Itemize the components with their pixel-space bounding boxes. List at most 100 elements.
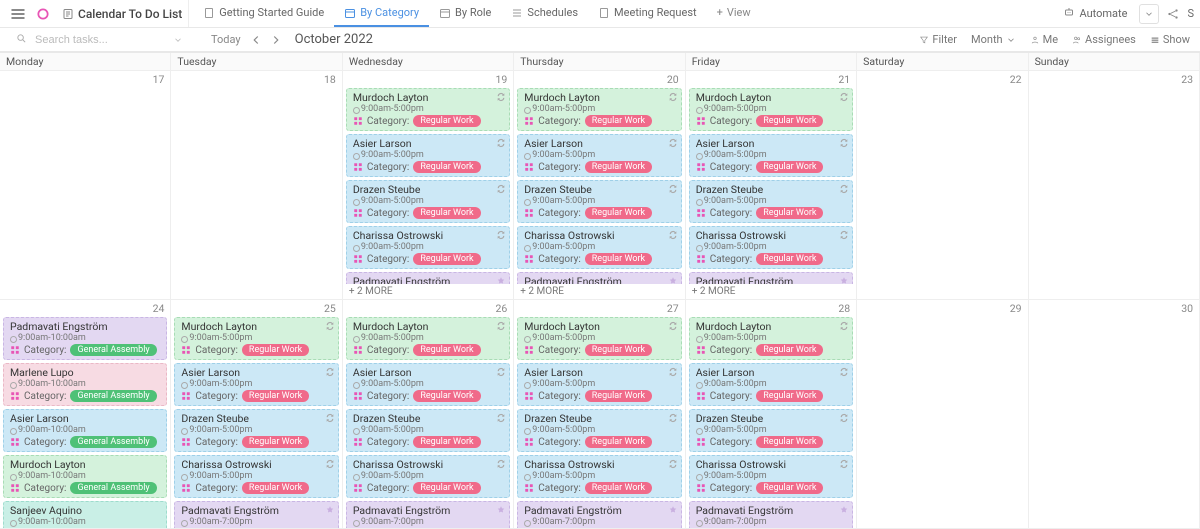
calendar-event[interactable]: Drazen Steube9:00am-5:00pmCategory:Regul…: [346, 180, 510, 223]
tab-meeting-request[interactable]: Meeting Request: [588, 0, 707, 27]
calendar-event[interactable]: Drazen Steube9:00am-5:00pmCategory:Regul…: [689, 409, 853, 452]
day-cell[interactable]: 29: [857, 300, 1028, 529]
calendar-event[interactable]: Asier Larson9:00am-5:00pmCategory:Regula…: [346, 134, 510, 177]
event-time: 9:00am-5:00pm: [353, 333, 505, 343]
category-icon: [696, 116, 706, 126]
calendar-event[interactable]: Marlene Lupo9:00am-10:00amCategory:Gener…: [3, 363, 167, 406]
calendar-event[interactable]: Charissa Ostrowski9:00am-5:00pmCategory:…: [174, 455, 338, 498]
calendar-event[interactable]: Murdoch Layton9:00am-5:00pmCategory:Regu…: [174, 317, 338, 360]
calendar-event[interactable]: Murdoch Layton9:00am-5:00pmCategory:Regu…: [346, 317, 510, 360]
day-cell[interactable]: 19 Murdoch Layton9:00am-5:00pmCategory:R…: [343, 71, 514, 300]
day-cell[interactable]: 22: [857, 71, 1028, 300]
menu-icon[interactable]: [6, 2, 30, 26]
calendar-event[interactable]: Drazen Steube9:00am-5:00pmCategory:Regul…: [174, 409, 338, 452]
calendar-event[interactable]: Padmavati Engström9:00am-7:00pmCategory:…: [517, 501, 681, 528]
star-icon: [325, 505, 335, 515]
calendar-event[interactable]: Charissa Ostrowski9:00am-5:00pmCategory:…: [517, 455, 681, 498]
calendar-event[interactable]: Murdoch Layton9:00am-5:00pmCategory:Regu…: [346, 88, 510, 131]
calendar-event[interactable]: Asier Larson9:00am-10:00amCategory:Gener…: [3, 409, 167, 452]
day-header: Sunday: [1029, 53, 1200, 71]
calendar-event[interactable]: Charissa Ostrowski9:00am-5:00pmCategory:…: [689, 455, 853, 498]
show-button[interactable]: Show: [1150, 33, 1190, 46]
brand-icon: [34, 5, 52, 23]
day-cell[interactable]: 21 Murdoch Layton9:00am-5:00pmCategory:R…: [686, 71, 857, 300]
calendar-event[interactable]: Padmavati Engström9:00am-7:00pmCategory:…: [346, 272, 510, 284]
calendar-event[interactable]: Asier Larson9:00am-5:00pmCategory:Regula…: [174, 363, 338, 406]
calendar-event[interactable]: Padmavati Engström9:00am-10:00amCategory…: [3, 317, 167, 360]
category-tag: Regular Work: [756, 207, 823, 219]
date-number: 29: [857, 300, 1027, 315]
me-button[interactable]: Me: [1030, 33, 1058, 46]
automate-dropdown[interactable]: [1139, 4, 1159, 24]
calendar-event[interactable]: Padmavati Engström9:00am-7:00pmCategory:…: [689, 501, 853, 528]
tab-by-role[interactable]: By Role: [429, 0, 501, 27]
event-time: 9:00am-5:00pm: [353, 425, 505, 435]
calendar-event[interactable]: Charissa Ostrowski9:00am-5:00pmCategory:…: [689, 226, 853, 269]
category-tag: General Assembly: [70, 344, 156, 356]
calendar-event[interactable]: Asier Larson9:00am-5:00pmCategory:Regula…: [517, 363, 681, 406]
event-title: Asier Larson: [696, 366, 848, 379]
calendar-event[interactable]: Padmavati Engström9:00am-7:00pmCategory:…: [346, 501, 510, 528]
recurring-icon: [496, 459, 506, 469]
calendar-event[interactable]: Drazen Steube9:00am-5:00pmCategory:Regul…: [346, 409, 510, 452]
day-cell[interactable]: 23: [1029, 71, 1200, 300]
day-cell[interactable]: 17: [0, 71, 171, 300]
calendar-event[interactable]: Drazen Steube9:00am-5:00pmCategory:Regul…: [517, 409, 681, 452]
event-title: Padmavati Engström: [524, 275, 676, 284]
calendar-event[interactable]: Drazen Steube9:00am-5:00pmCategory:Regul…: [517, 180, 681, 223]
day-cell[interactable]: 28 Murdoch Layton9:00am-5:00pmCategory:R…: [686, 300, 857, 529]
calendar-event[interactable]: Asier Larson9:00am-5:00pmCategory:Regula…: [689, 134, 853, 177]
calendar-event[interactable]: Charissa Ostrowski9:00am-5:00pmCategory:…: [346, 455, 510, 498]
star-icon: [668, 505, 678, 515]
tab-schedules[interactable]: Schedules: [501, 0, 588, 27]
recurring-icon: [839, 367, 849, 377]
filter-button[interactable]: Filter: [919, 33, 957, 46]
calendar-event[interactable]: Charissa Ostrowski9:00am-5:00pmCategory:…: [346, 226, 510, 269]
calendar-event[interactable]: Murdoch Layton9:00am-5:00pmCategory:Regu…: [517, 88, 681, 131]
day-cell[interactable]: 26 Murdoch Layton9:00am-5:00pmCategory:R…: [343, 300, 514, 529]
share-icon[interactable]: [1165, 6, 1181, 22]
category-label: Category:: [710, 391, 752, 402]
share-suffix: S: [1187, 7, 1194, 20]
search-dropdown-icon[interactable]: [173, 35, 183, 45]
view-mode-dropdown[interactable]: Month: [971, 33, 1016, 46]
calendar-event[interactable]: Murdoch Layton9:00am-5:00pmCategory:Regu…: [517, 317, 681, 360]
calendar-event[interactable]: Padmavati Engström9:00am-7:00pmCategory:…: [517, 272, 681, 284]
day-cell[interactable]: 24 Padmavati Engström9:00am-10:00amCateg…: [0, 300, 171, 529]
prev-month-button[interactable]: [249, 33, 263, 47]
assignees-button[interactable]: Assignees: [1072, 33, 1136, 46]
event-time: 9:00am-5:00pm: [353, 379, 505, 389]
next-month-button[interactable]: [269, 33, 283, 47]
add-view-button[interactable]: + View: [707, 0, 761, 27]
calendar-event[interactable]: Padmavati Engström9:00am-7:00pmCategory:…: [689, 272, 853, 284]
calendar-event[interactable]: Asier Larson9:00am-5:00pmCategory:Regula…: [689, 363, 853, 406]
today-button[interactable]: Today: [211, 33, 241, 46]
category-tag: Regular Work: [585, 253, 652, 265]
calendar-event[interactable]: Murdoch Layton9:00am-10:00amCategory:Gen…: [3, 455, 167, 498]
calendar-event[interactable]: Drazen Steube9:00am-5:00pmCategory:Regul…: [689, 180, 853, 223]
calendar-event[interactable]: Murdoch Layton9:00am-5:00pmCategory:Regu…: [689, 88, 853, 131]
tab-by-category[interactable]: By Category: [334, 0, 429, 27]
calendar-event[interactable]: Padmavati Engström9:00am-7:00pmCategory:…: [174, 501, 338, 528]
calendar-event[interactable]: Charissa Ostrowski9:00am-5:00pmCategory:…: [517, 226, 681, 269]
event-title: Murdoch Layton: [696, 91, 848, 104]
more-events-link[interactable]: + 2 MORE: [514, 284, 684, 299]
day-cell[interactable]: 18: [171, 71, 342, 300]
more-events-link[interactable]: + 2 MORE: [343, 284, 513, 299]
day-cell[interactable]: 30: [1029, 300, 1200, 529]
calendar-event[interactable]: Asier Larson9:00am-5:00pmCategory:Regula…: [517, 134, 681, 177]
event-time: 9:00am-5:00pm: [524, 196, 676, 206]
event-time: 9:00am-5:00pm: [524, 333, 676, 343]
more-events-link[interactable]: + 2 MORE: [686, 284, 856, 299]
calendar-event[interactable]: Asier Larson9:00am-5:00pmCategory:Regula…: [346, 363, 510, 406]
category-label: Category:: [367, 208, 409, 219]
search-input[interactable]: [35, 34, 165, 46]
day-cell[interactable]: 25 Murdoch Layton9:00am-5:00pmCategory:R…: [171, 300, 342, 529]
day-cell[interactable]: 27 Murdoch Layton9:00am-5:00pmCategory:R…: [514, 300, 685, 529]
automate-button[interactable]: Automate: [1057, 4, 1133, 23]
tab-getting-started[interactable]: Getting Started Guide: [193, 0, 334, 27]
day-cell[interactable]: 20 Murdoch Layton9:00am-5:00pmCategory:R…: [514, 71, 685, 300]
category-label: Category:: [195, 391, 237, 402]
calendar-event[interactable]: Sanjeev Aquino9:00am-10:00amCategory:Gen…: [3, 501, 167, 528]
calendar-event[interactable]: Murdoch Layton9:00am-5:00pmCategory:Regu…: [689, 317, 853, 360]
